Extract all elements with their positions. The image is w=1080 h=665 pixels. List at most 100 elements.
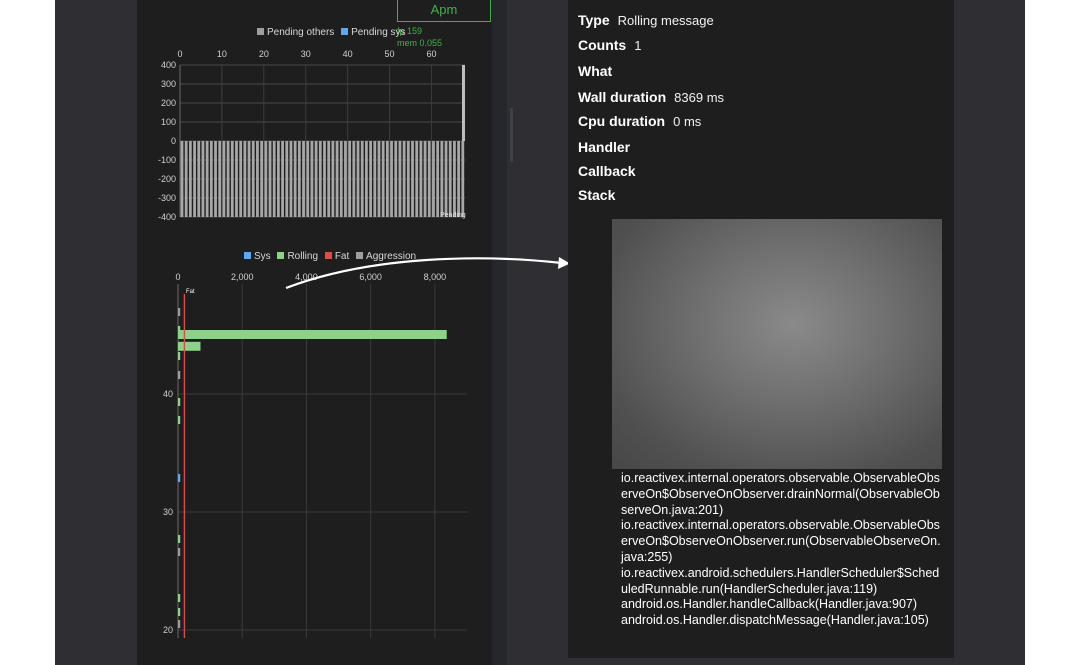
pending-bar[interactable] bbox=[436, 141, 440, 217]
detail-value: 1 bbox=[634, 38, 642, 53]
pending-bar[interactable] bbox=[377, 141, 381, 217]
pending-bar[interactable] bbox=[348, 141, 352, 217]
pending-bar[interactable] bbox=[247, 141, 251, 217]
pending-bar[interactable] bbox=[184, 141, 188, 217]
pending-bar[interactable] bbox=[432, 141, 435, 217]
pending-bar[interactable] bbox=[360, 141, 364, 217]
pending-bar[interactable] bbox=[453, 141, 456, 217]
pending-bar[interactable] bbox=[310, 141, 314, 217]
pending-bar[interactable] bbox=[318, 141, 322, 217]
pending-bar[interactable] bbox=[180, 141, 184, 217]
pending-bar[interactable] bbox=[222, 141, 226, 217]
message-mark[interactable] bbox=[178, 535, 181, 543]
pending-bar[interactable] bbox=[314, 141, 318, 217]
pending-bar[interactable] bbox=[264, 141, 268, 217]
pending-bar[interactable] bbox=[197, 141, 201, 217]
pending-bar[interactable] bbox=[448, 141, 452, 217]
pending-bar[interactable] bbox=[423, 141, 427, 217]
pending-bar[interactable] bbox=[327, 141, 331, 217]
pending-bar[interactable] bbox=[214, 141, 217, 217]
message-mark[interactable] bbox=[178, 326, 181, 334]
pending-bar[interactable] bbox=[226, 141, 230, 217]
pending-bar[interactable] bbox=[239, 141, 243, 217]
detail-key: Cpu duration bbox=[578, 113, 666, 129]
pending-bar[interactable] bbox=[285, 141, 289, 217]
detail-row-callback: Callback bbox=[578, 163, 636, 181]
pending-bar[interactable] bbox=[235, 141, 238, 217]
message-mark[interactable] bbox=[178, 548, 181, 556]
pending-bar[interactable] bbox=[398, 141, 402, 217]
legend-label: Sys bbox=[254, 251, 271, 262]
apm-button[interactable]: Apm bbox=[397, 0, 491, 22]
pending-bar[interactable] bbox=[394, 141, 398, 217]
message-mark[interactable] bbox=[178, 474, 181, 482]
pending-bar[interactable] bbox=[402, 141, 406, 217]
detail-row-type: Type Rolling message bbox=[578, 12, 714, 30]
pending-bar[interactable] bbox=[281, 141, 284, 217]
pending-bar[interactable] bbox=[419, 141, 423, 217]
pending-bar[interactable] bbox=[462, 65, 465, 141]
pending-bar[interactable] bbox=[440, 141, 444, 217]
pending-bar[interactable] bbox=[306, 141, 310, 217]
pending-bar[interactable] bbox=[373, 141, 377, 217]
blurred-preview-image bbox=[612, 219, 942, 469]
pending-bar[interactable] bbox=[344, 141, 347, 217]
phone-side-button[interactable] bbox=[510, 108, 513, 162]
pending-bar[interactable] bbox=[339, 141, 343, 217]
pending-bar[interactable] bbox=[406, 141, 410, 217]
pending-bar[interactable] bbox=[385, 141, 389, 217]
pending-bar[interactable] bbox=[268, 141, 272, 217]
pending-bar[interactable] bbox=[415, 141, 419, 217]
pending-annotation: Pending bbox=[440, 212, 466, 219]
message-mark[interactable] bbox=[178, 594, 181, 602]
pending-bar[interactable] bbox=[260, 141, 264, 217]
legend-swatch bbox=[244, 252, 251, 259]
pending-bar[interactable] bbox=[297, 141, 301, 217]
message-mark[interactable] bbox=[178, 398, 181, 406]
message-mark[interactable] bbox=[178, 620, 181, 628]
legend-item-sys: Sys bbox=[244, 251, 271, 262]
detail-row-handler: Handler bbox=[578, 139, 630, 157]
pending-bar[interactable] bbox=[218, 141, 222, 217]
rolling-chart: 0 2,000 4,000 6,000 8,000 403020 Fat bbox=[163, 272, 467, 638]
y-tick-label: 300 bbox=[161, 79, 176, 89]
detail-key: Handler bbox=[578, 139, 631, 155]
pending-bar[interactable] bbox=[323, 141, 326, 217]
pending-bar[interactable] bbox=[356, 141, 360, 217]
rolling-bar[interactable] bbox=[178, 341, 201, 351]
pending-bar[interactable] bbox=[302, 141, 305, 217]
pending-bar[interactable] bbox=[289, 141, 293, 217]
pending-bar[interactable] bbox=[188, 141, 192, 217]
pending-bar[interactable] bbox=[230, 141, 234, 217]
pending-bar[interactable] bbox=[444, 141, 448, 217]
rolling-bar[interactable] bbox=[178, 330, 447, 339]
pending-bar[interactable] bbox=[243, 141, 247, 217]
pending-bar[interactable] bbox=[293, 141, 297, 217]
message-mark[interactable] bbox=[178, 352, 181, 360]
message-mark[interactable] bbox=[178, 608, 181, 616]
pending-bar[interactable] bbox=[331, 141, 335, 217]
pending-bar[interactable] bbox=[411, 141, 414, 217]
pending-bar[interactable] bbox=[381, 141, 385, 217]
pending-bar[interactable] bbox=[193, 141, 196, 217]
pending-bar[interactable] bbox=[335, 141, 339, 217]
detail-row-what: What bbox=[578, 63, 612, 81]
pending-bar[interactable] bbox=[461, 141, 465, 217]
pending-bar[interactable] bbox=[205, 141, 209, 217]
pending-bar[interactable] bbox=[390, 141, 393, 217]
message-mark[interactable] bbox=[178, 308, 181, 316]
pending-bar[interactable] bbox=[201, 141, 205, 217]
pending-bar[interactable] bbox=[256, 141, 259, 217]
pending-bar[interactable] bbox=[369, 141, 372, 217]
pending-bar[interactable] bbox=[427, 141, 431, 217]
pending-bar[interactable] bbox=[276, 141, 280, 217]
pending-bar[interactable] bbox=[457, 141, 461, 217]
pending-bar[interactable] bbox=[352, 141, 356, 217]
detail-value: 0 ms bbox=[673, 114, 702, 129]
pending-bar[interactable] bbox=[209, 141, 213, 217]
pending-bar[interactable] bbox=[365, 141, 368, 217]
message-mark[interactable] bbox=[178, 371, 181, 379]
pending-bar[interactable] bbox=[251, 141, 255, 217]
message-mark[interactable] bbox=[178, 416, 181, 424]
pending-bar[interactable] bbox=[272, 141, 276, 217]
